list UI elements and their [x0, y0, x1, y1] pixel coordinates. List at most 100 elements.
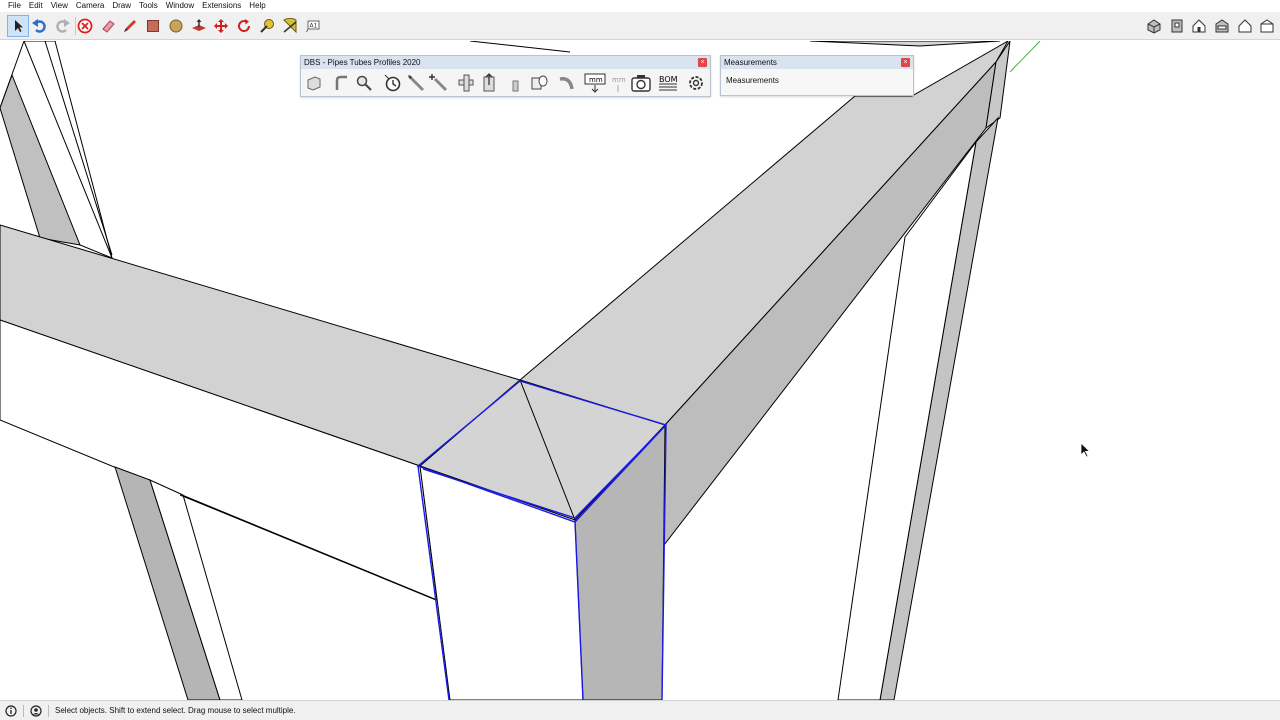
- text-icon: A1: [306, 20, 320, 33]
- measurements-field[interactable]: Measurements: [721, 69, 913, 92]
- back-view-button[interactable]: [1234, 15, 1256, 37]
- protractor-tool-button[interactable]: [279, 15, 301, 37]
- move-icon: [214, 19, 228, 33]
- back-view-icon: [1238, 19, 1252, 33]
- pipe-along-path-button[interactable]: [382, 72, 404, 94]
- trim-button[interactable]: [428, 72, 450, 94]
- mouse-cursor-icon: [1080, 442, 1091, 458]
- menu-draw[interactable]: Draw: [108, 0, 135, 12]
- unit-mm-button[interactable]: mm: [584, 72, 606, 94]
- tape-measure-tool-button[interactable]: [256, 15, 278, 37]
- status-text: Select objects. Shift to extend select. …: [55, 706, 296, 715]
- model-scene: [0, 41, 1041, 700]
- unit-mm-inactive-button[interactable]: mm: [607, 72, 629, 94]
- left-view-button[interactable]: [1256, 15, 1278, 37]
- eraser-tool-button[interactable]: [97, 15, 119, 37]
- menu-edit[interactable]: Edit: [25, 0, 47, 12]
- trim-icon: [429, 74, 448, 92]
- measurements-field-label: Measurements: [726, 76, 779, 85]
- user-icon: [30, 704, 42, 717]
- model-viewport[interactable]: [0, 41, 1280, 700]
- info-icon: [5, 704, 17, 717]
- search-pipe-icon: [356, 75, 372, 91]
- flange-icon: [512, 80, 519, 92]
- right-view-button[interactable]: [1211, 15, 1233, 37]
- menu-bar: File Edit View Camera Draw Tools Window …: [0, 0, 1280, 12]
- green-axis-line: [1009, 41, 1041, 73]
- undo-button[interactable]: [29, 15, 51, 37]
- circle-tool-button[interactable]: [165, 15, 187, 37]
- push-pull-tool-button[interactable]: [188, 15, 210, 37]
- menu-camera[interactable]: Camera: [72, 0, 108, 12]
- info-button[interactable]: [3, 703, 19, 719]
- elbow-button[interactable]: [556, 72, 578, 94]
- svg-text:A1: A1: [310, 23, 318, 30]
- search-pipe-button[interactable]: [353, 72, 375, 94]
- profile-box-icon: [307, 76, 321, 91]
- redo-button[interactable]: [51, 15, 73, 37]
- profile-bend-button[interactable]: [330, 72, 352, 94]
- menu-view[interactable]: View: [47, 0, 72, 12]
- protractor-icon: [283, 18, 297, 34]
- rotate-profile-button[interactable]: [405, 72, 427, 94]
- close-icon: ×: [903, 59, 908, 66]
- delete-button[interactable]: [74, 15, 96, 37]
- cap-icon: [531, 75, 548, 90]
- measurements-panel-title: Measurements: [724, 58, 777, 67]
- camera-icon: [631, 75, 651, 92]
- measurements-panel-close-button[interactable]: ×: [901, 58, 910, 67]
- profile-box-button[interactable]: [303, 72, 325, 94]
- menu-extensions[interactable]: Extensions: [198, 0, 245, 12]
- text-tool-button[interactable]: A1: [302, 15, 324, 37]
- push-pull-icon: [192, 19, 206, 31]
- front-view-icon: [1192, 19, 1206, 33]
- pipe-along-path-icon: [384, 74, 401, 92]
- camera-button[interactable]: [630, 72, 652, 94]
- menu-window[interactable]: Window: [162, 0, 198, 12]
- rectangle-icon: [147, 20, 159, 32]
- pencil-icon: [124, 20, 136, 32]
- pipes-panel-close-button[interactable]: ×: [698, 58, 707, 67]
- extend-button[interactable]: [478, 72, 500, 94]
- eraser-icon: [102, 20, 115, 33]
- redo-icon: [56, 19, 70, 33]
- measurements-panel: Measurements × Measurements: [720, 55, 914, 96]
- front-view-button[interactable]: [1188, 15, 1210, 37]
- bom-button[interactable]: BOM: [657, 72, 679, 94]
- elbow-icon: [559, 76, 574, 90]
- measurements-panel-titlebar[interactable]: Measurements ×: [721, 56, 913, 69]
- extend-icon: [483, 73, 495, 92]
- menu-help[interactable]: Help: [245, 0, 269, 12]
- rotate-tool-button[interactable]: [233, 15, 255, 37]
- bom-label: BOM: [659, 75, 678, 84]
- pipes-panel-titlebar[interactable]: DBS - Pipes Tubes Profiles 2020 ×: [301, 56, 710, 69]
- tee-joint-button[interactable]: [455, 72, 477, 94]
- menu-tools[interactable]: Tools: [135, 0, 162, 12]
- menu-file[interactable]: File: [4, 0, 25, 12]
- unit-mm-label: mm: [589, 76, 603, 84]
- tee-joint-icon: [458, 74, 474, 92]
- settings-icon: [689, 76, 703, 90]
- status-bar: Select objects. Shift to extend select. …: [0, 700, 1280, 720]
- top-view-button[interactable]: [1166, 15, 1188, 37]
- cap-button[interactable]: [528, 72, 550, 94]
- move-tool-button[interactable]: [210, 15, 232, 37]
- far-beam-top: [809, 41, 1001, 47]
- select-icon: [15, 20, 23, 32]
- user-account-button[interactable]: [28, 703, 44, 719]
- select-tool-button[interactable]: [7, 15, 29, 37]
- pipes-panel-title: DBS - Pipes Tubes Profiles 2020: [304, 58, 421, 67]
- rectangle-tool-button[interactable]: [142, 15, 164, 37]
- undo-icon: [32, 19, 46, 33]
- right-view-icon: [1215, 19, 1229, 33]
- flange-button[interactable]: [505, 72, 527, 94]
- iso-view-button[interactable]: [1143, 15, 1165, 37]
- settings-button[interactable]: [685, 72, 707, 94]
- profile-bend-icon: [335, 75, 347, 90]
- pipes-tubes-profiles-panel: DBS - Pipes Tubes Profiles 2020 × mm mm …: [300, 55, 711, 97]
- pencil-tool-button[interactable]: [119, 15, 141, 37]
- rotate-profile-icon: [407, 74, 425, 92]
- circle-icon: [169, 19, 183, 33]
- sketchup-window: File Edit View Camera Draw Tools Window …: [0, 0, 1280, 720]
- top-view-icon: [1171, 19, 1183, 33]
